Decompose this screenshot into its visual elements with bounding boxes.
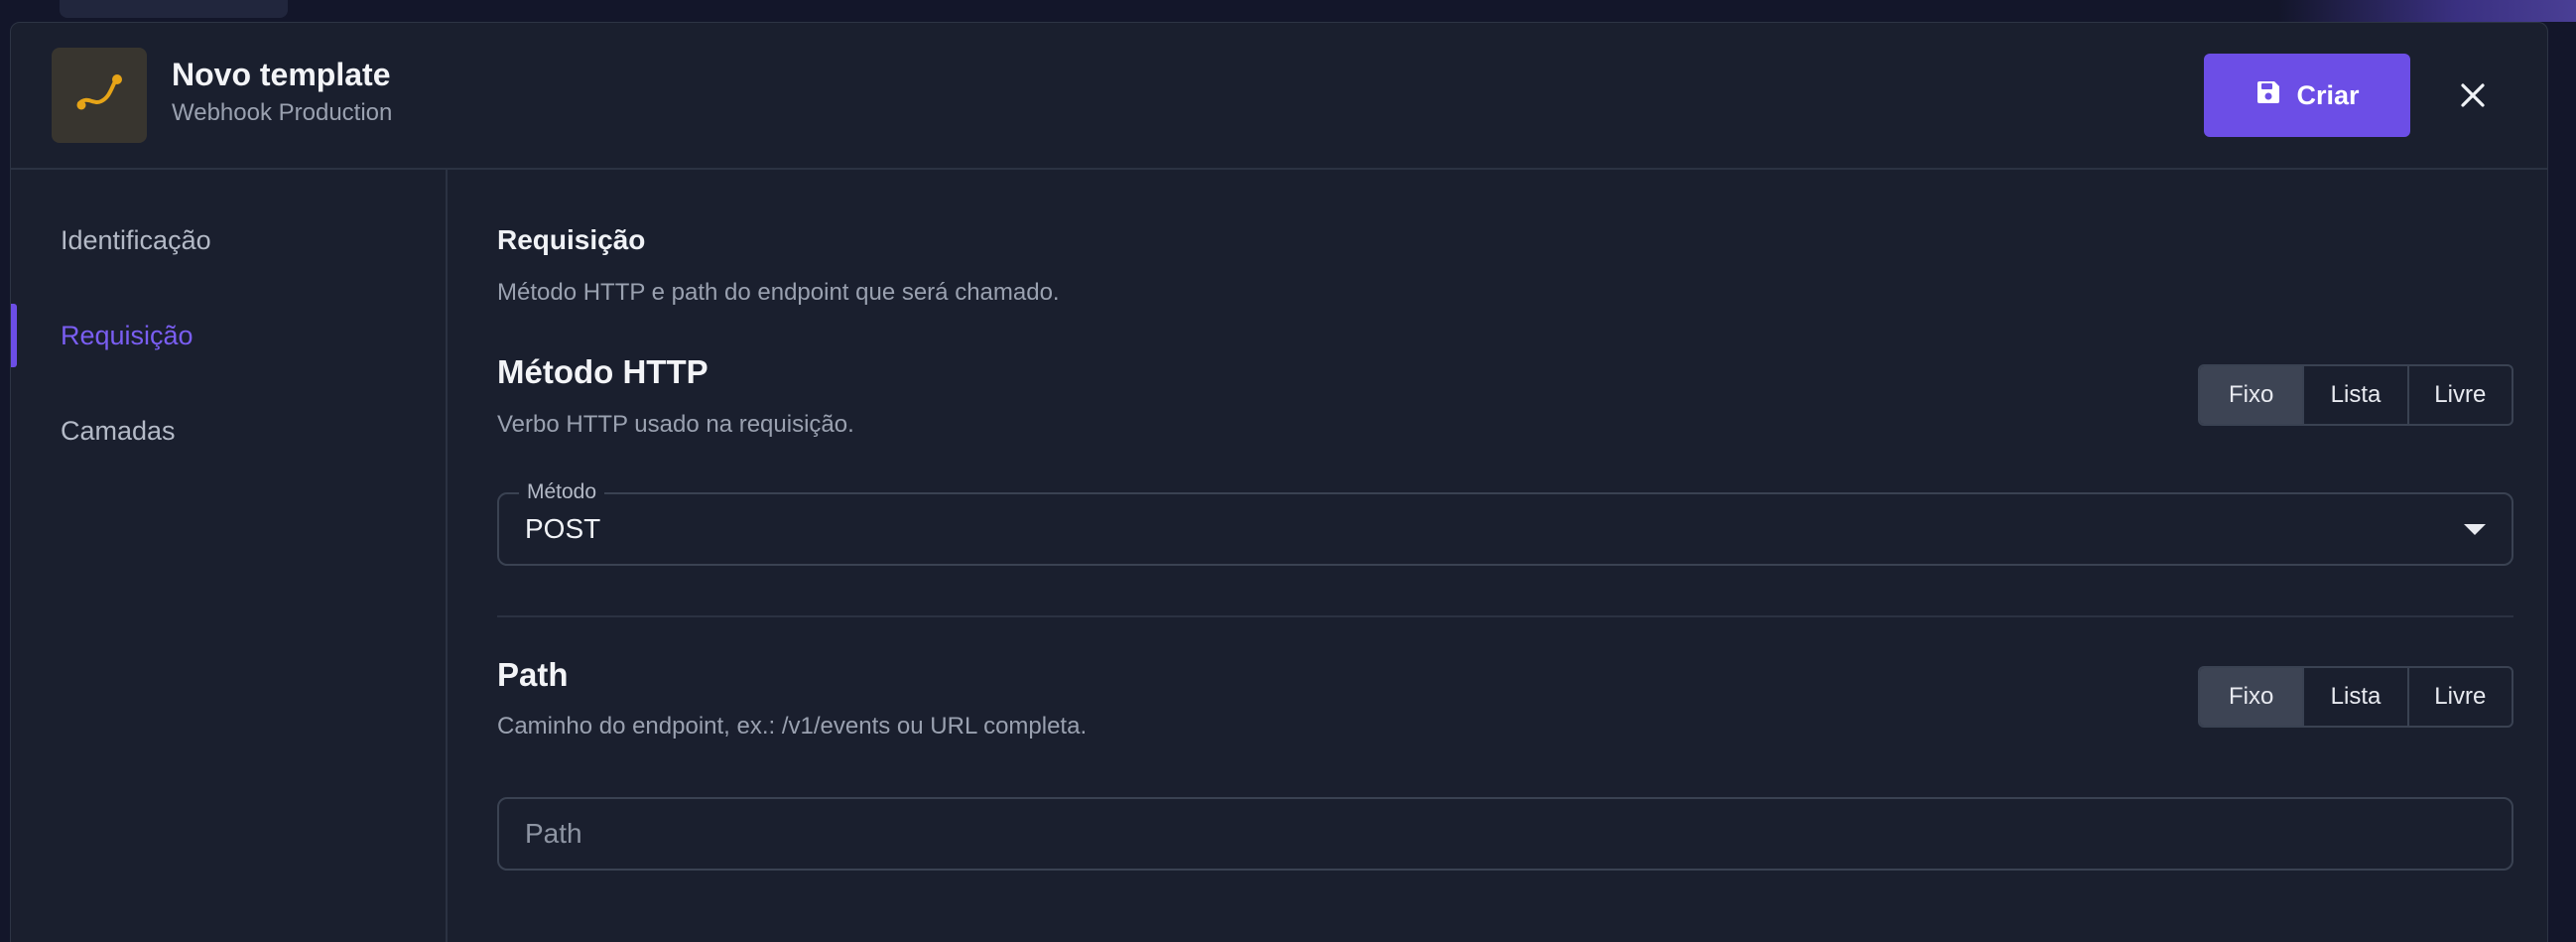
save-icon [2254, 78, 2282, 113]
background-glow [2278, 0, 2576, 22]
path-mode-livre[interactable]: Livre [2409, 668, 2512, 726]
path-mode-toggle: Fixo Lista Livre [2198, 666, 2513, 728]
section-description: Método HTTP e path do endpoint que será … [497, 279, 1060, 306]
section-divider [497, 615, 2513, 617]
sidebar-item-label: Camadas [61, 415, 176, 446]
path-description: Caminho do endpoint, ex.: /v1/events ou … [497, 713, 1088, 740]
dialog-header: Novo template Webhook Production Criar [11, 23, 2547, 170]
create-button-label: Criar [2296, 79, 2360, 110]
create-button[interactable]: Criar [2204, 54, 2410, 137]
sidebar-item-camadas[interactable]: Camadas [11, 399, 448, 463]
template-dialog: Novo template Webhook Production Criar I… [10, 22, 2548, 942]
path-mode-fixo[interactable]: Fixo [2200, 668, 2305, 726]
sidebar-item-requisicao[interactable]: Requisição [11, 304, 448, 367]
path-mode-lista[interactable]: Lista [2304, 668, 2409, 726]
method-mode-lista[interactable]: Lista [2304, 366, 2409, 424]
method-mode-livre[interactable]: Livre [2409, 366, 2512, 424]
method-mode-fixo[interactable]: Fixo [2200, 366, 2305, 424]
path-title: Path [497, 656, 569, 693]
method-description: Verbo HTTP usado na requisição. [497, 411, 854, 438]
method-title: Método HTTP [497, 353, 708, 390]
sidebar-item-identificacao[interactable]: Identificação [11, 208, 448, 272]
close-icon[interactable] [2450, 72, 2496, 118]
section-title: Requisição [497, 224, 646, 255]
sidebar: Identificação Requisição Camadas [11, 170, 448, 942]
sidebar-item-label: Identificação [61, 224, 211, 255]
method-select[interactable]: Método POST [497, 480, 2513, 566]
background-tab [60, 0, 288, 18]
method-field-label: Método [519, 480, 605, 504]
caret-down-icon [2464, 524, 2486, 535]
dialog-title: Novo template [172, 57, 391, 92]
method-mode-toggle: Fixo Lista Livre [2198, 364, 2513, 426]
dialog-subtitle: Webhook Production [172, 99, 393, 126]
method-select-value: POST [525, 513, 601, 544]
sidebar-item-label: Requisição [61, 320, 193, 350]
route-icon [52, 48, 147, 143]
path-input[interactable] [497, 797, 2513, 871]
